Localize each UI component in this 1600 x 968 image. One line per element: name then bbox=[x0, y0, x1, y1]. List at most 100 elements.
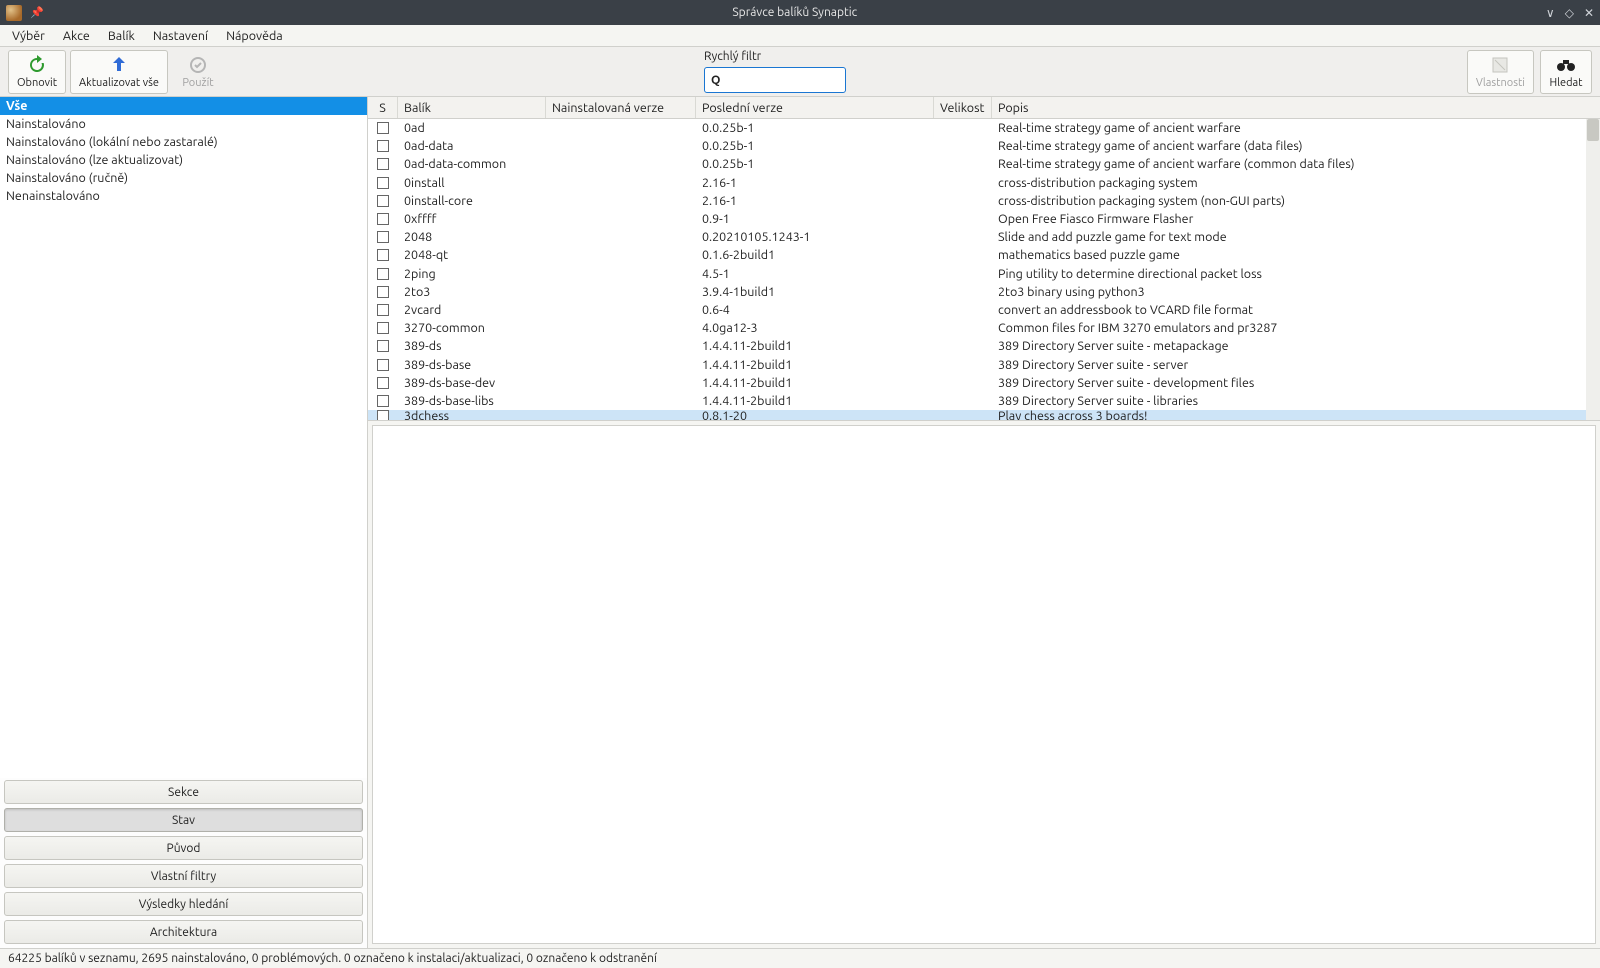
package-checkbox[interactable] bbox=[377, 140, 389, 152]
package-latest-version: 0.1.6-2build1 bbox=[696, 248, 934, 262]
package-checkbox[interactable] bbox=[377, 322, 389, 334]
upgrade-all-button[interactable]: Aktualizovat vše bbox=[70, 50, 168, 94]
search-icon: Q bbox=[711, 74, 720, 87]
package-row[interactable]: 2vcard0.6-4convert an addressbook to VCA… bbox=[368, 301, 1600, 319]
status-item[interactable]: Nainstalováno (lokální nebo zastaralé) bbox=[0, 133, 367, 151]
package-row[interactable]: 2ping4.5-1Ping utility to determine dire… bbox=[368, 265, 1600, 283]
package-checkbox[interactable] bbox=[377, 231, 389, 243]
package-row[interactable]: 20480.20210105.1243-1Slide and add puzzl… bbox=[368, 228, 1600, 246]
package-name: 0xffff bbox=[398, 212, 546, 226]
package-checkbox[interactable] bbox=[377, 213, 389, 225]
status-item[interactable]: Nenainstalováno bbox=[0, 187, 367, 205]
package-checkbox[interactable] bbox=[377, 268, 389, 280]
package-checkbox[interactable] bbox=[377, 286, 389, 298]
package-latest-version: 1.4.4.11-2build1 bbox=[696, 358, 934, 372]
package-row[interactable]: 0ad-data-common0.0.25b-1Real-time strate… bbox=[368, 155, 1600, 173]
package-checkbox[interactable] bbox=[377, 340, 389, 352]
package-checkbox[interactable] bbox=[377, 410, 389, 420]
package-row[interactable]: 2to33.9.4-1build12to3 binary using pytho… bbox=[368, 283, 1600, 301]
package-row[interactable]: 0install2.16-1cross-distribution packagi… bbox=[368, 174, 1600, 192]
package-checkbox[interactable] bbox=[377, 195, 389, 207]
menu-balik[interactable]: Balík bbox=[100, 27, 143, 45]
package-row[interactable]: 389-ds-base-dev1.4.4.11-2build1389 Direc… bbox=[368, 374, 1600, 392]
package-table-body[interactable]: 0ad 0.0.25b-1 Real-time strategy game of a… bbox=[368, 119, 1600, 420]
status-item[interactable]: Nainstalováno (ručně) bbox=[0, 169, 367, 187]
reload-icon bbox=[26, 54, 48, 76]
col-size[interactable]: Velikost bbox=[934, 97, 992, 118]
package-latest-version: 4.5-1 bbox=[696, 267, 934, 281]
package-scrollbar[interactable] bbox=[1586, 119, 1600, 420]
col-latest[interactable]: Poslední verze bbox=[696, 97, 934, 118]
col-status[interactable]: S bbox=[368, 97, 398, 118]
package-latest-version: 0.8.1-20 bbox=[696, 410, 934, 420]
package-description: Real-time strategy game of ancient warfa… bbox=[992, 157, 1600, 171]
pin-icon[interactable]: 📌 bbox=[30, 6, 44, 19]
search-label: Hledat bbox=[1549, 77, 1582, 89]
package-name: 389-ds-base-libs bbox=[398, 394, 546, 408]
category-button[interactable]: Sekce bbox=[4, 780, 363, 804]
package-row[interactable]: 0ad0.0.25b-1Real-time strategy game of a… bbox=[368, 119, 1600, 137]
window-close-icon[interactable]: ✕ bbox=[1584, 6, 1594, 20]
category-button[interactable]: Architektura bbox=[4, 920, 363, 944]
package-latest-version: 1.4.4.11-2build1 bbox=[696, 376, 934, 390]
upgrade-icon bbox=[108, 54, 130, 76]
package-row[interactable]: 3dchess0.8.1-20Play chess across 3 board… bbox=[368, 410, 1600, 420]
package-table-header[interactable]: S Balík Nainstalovaná verze Poslední ver… bbox=[368, 97, 1600, 119]
package-row[interactable]: 3270-common4.0ga12-3Common files for IBM… bbox=[368, 319, 1600, 337]
window-minimize-icon[interactable]: ∨ bbox=[1546, 6, 1555, 20]
package-details-pane: Neoznačen žádný balík bbox=[372, 425, 1596, 944]
package-checkbox[interactable] bbox=[377, 377, 389, 389]
category-button[interactable]: Původ bbox=[4, 836, 363, 860]
package-description: Play chess across 3 boards! bbox=[992, 410, 1600, 420]
package-description: convert an addressbook to VCARD file for… bbox=[992, 303, 1600, 317]
scrollbar-thumb[interactable] bbox=[1587, 119, 1599, 141]
search-button[interactable]: Hledat bbox=[1540, 50, 1592, 94]
col-installed[interactable]: Nainstalovaná verze bbox=[546, 97, 696, 118]
col-desc[interactable]: Popis bbox=[992, 97, 1600, 118]
package-row[interactable]: 0ad-data0.0.25b-1Real-time strategy game… bbox=[368, 137, 1600, 155]
menu-akce[interactable]: Akce bbox=[55, 27, 98, 45]
window-maximize-icon[interactable]: ◇ bbox=[1565, 6, 1574, 20]
status-item[interactable]: Nainstalováno bbox=[0, 115, 367, 133]
quick-filter-input[interactable] bbox=[725, 73, 880, 87]
status-list[interactable]: VšeNainstalovánoNainstalováno (lokální n… bbox=[0, 97, 367, 778]
category-button[interactable]: Stav bbox=[4, 808, 363, 832]
package-checkbox[interactable] bbox=[377, 249, 389, 261]
package-row[interactable]: 0xffff0.9-1Open Free Fiasco Firmware Fla… bbox=[368, 210, 1600, 228]
package-latest-version: 0.6-4 bbox=[696, 303, 934, 317]
package-row[interactable]: 0install-core2.16-1cross-distribution pa… bbox=[368, 192, 1600, 210]
package-description: cross-distribution packaging system (non… bbox=[992, 194, 1600, 208]
package-row[interactable]: 2048-qt0.1.6-2build1mathematics based pu… bbox=[368, 246, 1600, 264]
status-item[interactable]: Nainstalováno (lze aktualizovat) bbox=[0, 151, 367, 169]
menu-napoveda[interactable]: Nápověda bbox=[218, 27, 291, 45]
category-button[interactable]: Výsledky hledání bbox=[4, 892, 363, 916]
col-package[interactable]: Balík bbox=[398, 97, 546, 118]
package-name: 389-ds bbox=[398, 339, 546, 353]
package-row[interactable]: 389-ds-base1.4.4.11-2build1389 Directory… bbox=[368, 355, 1600, 373]
package-name: 2to3 bbox=[398, 285, 546, 299]
menu-nastaveni[interactable]: Nastavení bbox=[145, 27, 216, 45]
package-row[interactable]: 389-ds-base-libs1.4.4.11-2build1389 Dire… bbox=[368, 392, 1600, 410]
package-checkbox[interactable] bbox=[377, 395, 389, 407]
package-checkbox[interactable] bbox=[377, 122, 389, 134]
quick-filter-field[interactable]: Q bbox=[704, 67, 846, 93]
reload-button[interactable]: Obnovit bbox=[8, 50, 66, 94]
apply-icon bbox=[187, 54, 209, 76]
package-latest-version: 0.0.25b-1 bbox=[696, 139, 934, 153]
package-description: Slide and add puzzle game for text mode bbox=[992, 230, 1600, 244]
package-description: Common files for IBM 3270 emulators and … bbox=[992, 321, 1600, 335]
status-item[interactable]: Vše bbox=[0, 97, 367, 115]
category-button[interactable]: Vlastní filtry bbox=[4, 864, 363, 888]
menu-bar: Výběr Akce Balík Nastavení Nápověda bbox=[0, 25, 1600, 47]
package-name: 2048-qt bbox=[398, 248, 546, 262]
package-checkbox[interactable] bbox=[377, 158, 389, 170]
package-checkbox[interactable] bbox=[377, 359, 389, 371]
package-description: Real-time strategy game of ancient warfa… bbox=[992, 121, 1600, 135]
package-checkbox[interactable] bbox=[377, 177, 389, 189]
package-checkbox[interactable] bbox=[377, 304, 389, 316]
package-name: 0ad bbox=[398, 121, 546, 135]
menu-vyber[interactable]: Výběr bbox=[4, 27, 53, 45]
window-titlebar: 📌 Správce balíků Synaptic ∨ ◇ ✕ bbox=[0, 0, 1600, 25]
package-latest-version: 2.16-1 bbox=[696, 176, 934, 190]
package-row[interactable]: 389-ds1.4.4.11-2build1389 Directory Serv… bbox=[368, 337, 1600, 355]
